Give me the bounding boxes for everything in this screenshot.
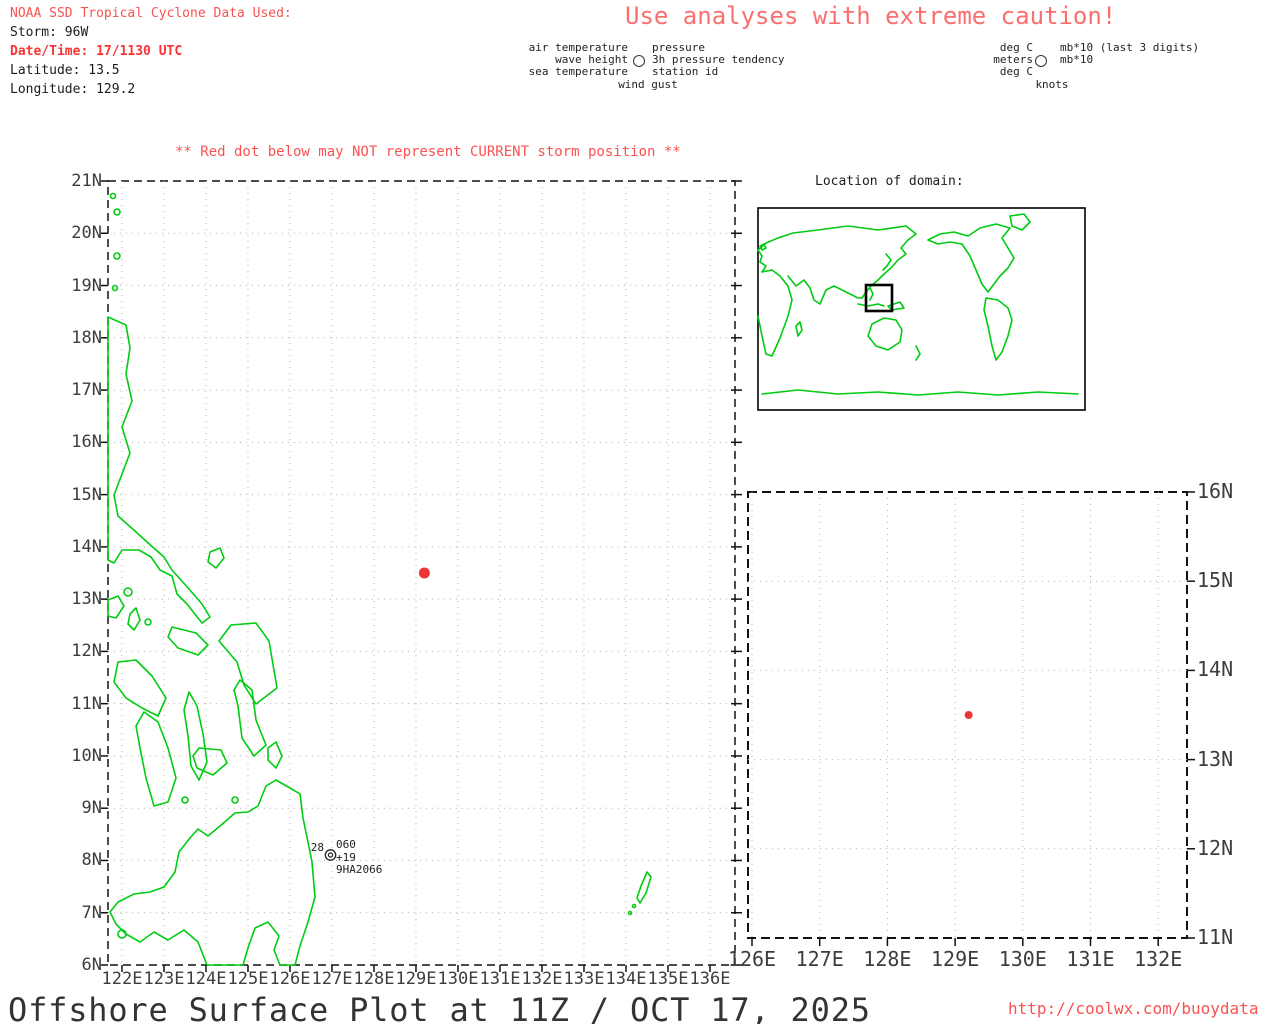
main-lon-label: 135E xyxy=(647,969,689,989)
inset-lat-label: 12N xyxy=(1197,835,1234,860)
main-lon-label: 131E xyxy=(479,969,521,989)
main-lon-label: 122E xyxy=(101,969,143,989)
buoy-plot-page: NOAA SSD Tropical Cyclone Data Used: Sto… xyxy=(0,0,1280,1024)
world-inset-frame xyxy=(757,207,1086,411)
main-lat-label: 20N xyxy=(71,223,102,244)
inset-lon-label: 130E xyxy=(998,947,1047,971)
map-graphics xyxy=(101,180,1195,972)
inset-lat-label: 13N xyxy=(1197,746,1234,771)
main-lat-label: 17N xyxy=(71,380,102,401)
inset-lon-label: 126E xyxy=(727,947,777,971)
main-lon-label: 132E xyxy=(521,969,563,989)
main-lat-label: 11N xyxy=(71,693,102,714)
main-lat-label: 15N xyxy=(71,484,102,505)
station-id-value: 9HA2066 xyxy=(336,863,383,876)
inset-lat-label: 16N xyxy=(1197,479,1234,503)
main-lat-label: 16N xyxy=(71,432,102,453)
inset-lon-label: 131E xyxy=(1066,947,1115,971)
main-lon-label: 128E xyxy=(353,969,395,989)
main-lat-label: 21N xyxy=(71,171,102,191)
main-lon-label: 134E xyxy=(605,969,647,989)
main-lon-label: 136E xyxy=(689,969,731,989)
inset-lat-label: 15N xyxy=(1197,568,1234,593)
main-lat-label: 19N xyxy=(71,275,102,296)
main-lon-label: 130E xyxy=(437,969,479,989)
inset-lon-label: 129E xyxy=(931,947,980,971)
inset-lat-label: 11N xyxy=(1197,925,1234,949)
station-air-temp-value: 28 xyxy=(310,841,324,854)
station-plot-icon xyxy=(324,849,337,861)
inset-lon-label: 132E xyxy=(1134,947,1183,971)
main-lon-label: 129E xyxy=(395,969,437,989)
storm-dot-main xyxy=(418,567,430,579)
main-lon-label: 126E xyxy=(269,969,311,989)
main-lon-label: 127E xyxy=(311,969,353,989)
main-lon-label: 133E xyxy=(563,969,605,989)
storm-dot-inset xyxy=(964,711,973,719)
main-lat-label: 10N xyxy=(71,745,102,766)
main-lat-label: 6N xyxy=(81,955,102,975)
main-lon-label: 125E xyxy=(227,969,269,989)
main-lat-label: 14N xyxy=(71,536,102,557)
main-lat-label: 7N xyxy=(81,902,102,923)
inset-lat-label: 14N xyxy=(1197,657,1234,682)
main-lat-label: 8N xyxy=(81,850,102,871)
inset-lon-label: 127E xyxy=(795,947,844,971)
main-lat-label: 9N xyxy=(81,798,102,819)
page-title: Offshore Surface Plot at 11Z / OCT 17, 2… xyxy=(8,991,871,1024)
main-lon-label: 123E xyxy=(143,969,185,989)
inset-lon-label: 128E xyxy=(863,947,912,971)
main-lat-label: 18N xyxy=(71,327,102,348)
source-url-link[interactable]: http://coolwx.com/buoydata xyxy=(1008,999,1258,1019)
main-lon-label: 124E xyxy=(185,969,227,989)
main-lat-label: 13N xyxy=(71,589,102,610)
main-lat-label: 12N xyxy=(71,641,102,662)
